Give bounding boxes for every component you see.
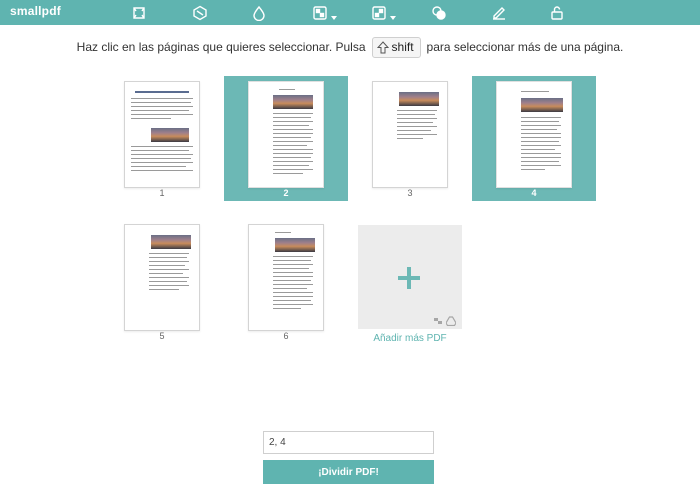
split-pdf-button[interactable]: ¡Dividir PDF! [263,460,434,484]
page-thumbnail [496,81,572,188]
top-toolbar: smallpdf [0,0,700,25]
drop-tool-icon[interactable] [248,2,270,23]
crop-tool-icon[interactable] [128,2,150,23]
unlock-tool-icon[interactable] [546,2,568,23]
google-drive-icon[interactable] [445,313,457,327]
page-card-3[interactable]: 3 [348,76,472,201]
page-number: 5 [159,331,165,341]
merge-tool-icon[interactable] [428,2,450,23]
page-card-4[interactable]: 4 [472,76,596,201]
page-thumbnail [124,81,200,188]
chevron-down-icon [331,8,337,20]
page-number: 1 [159,188,165,198]
compress-tool-icon[interactable] [189,2,211,23]
arrow-up-icon [376,40,389,53]
page-card-1[interactable]: 1 [100,76,224,201]
page-card-5[interactable]: 5 [100,219,224,344]
instruction-after: para seleccionar más de una página. [426,40,624,54]
page-range-input[interactable] [263,431,434,454]
plus-icon [398,267,420,289]
page-thumbnail [248,81,324,188]
page-number: 2 [283,188,289,198]
page-thumbnail [372,81,448,188]
dropbox-icon[interactable] [433,313,443,324]
page-number: 3 [407,188,413,198]
add-more-pdf-link[interactable]: Añadir más PDF [338,333,482,344]
page-card-2[interactable]: 2 [224,76,348,201]
chevron-down-icon [390,8,396,20]
page-number: 6 [283,331,289,341]
add-more-pdf-tile[interactable] [358,225,462,329]
convert-from-tool-icon[interactable] [368,2,396,23]
page-number: 4 [531,188,537,198]
instruction-text: Haz clic en las páginas que quieres sele… [0,36,700,58]
instruction-before: Haz clic en las páginas que quieres sele… [76,40,366,54]
page-thumbnail [248,224,324,331]
shift-key-badge: shift [371,36,421,58]
page-card-6[interactable]: 6 [224,219,348,344]
sign-tool-icon[interactable] [488,2,510,23]
convert-to-tool-icon[interactable] [309,2,337,23]
shift-key-label: shift [391,40,414,54]
page-thumbnail [124,224,200,331]
app-logo[interactable]: smallpdf [10,4,61,18]
